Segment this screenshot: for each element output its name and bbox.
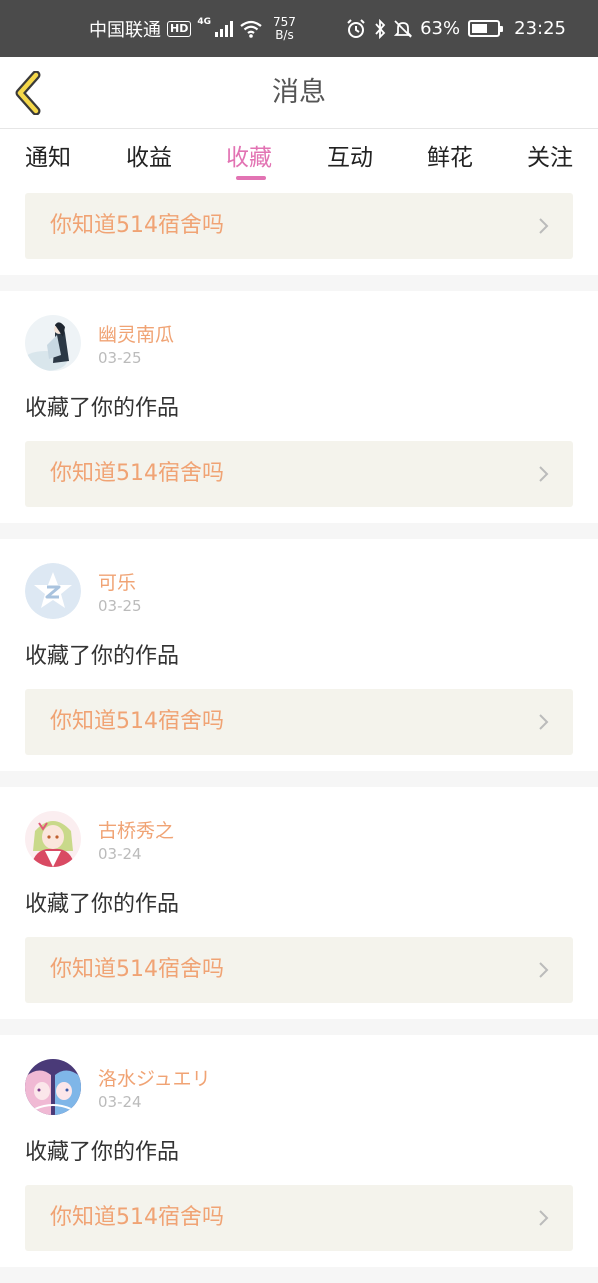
clock-time: 23:25: [514, 18, 566, 39]
carrier-name: 中国联通: [89, 19, 161, 41]
tab-label: 互动: [327, 145, 373, 171]
divider: [0, 771, 598, 787]
message-date: 03-25: [98, 349, 142, 367]
tab-earnings[interactable]: 收益: [119, 138, 179, 178]
tab-label: 收益: [126, 145, 172, 171]
status-left: 中国联通 HD 4G 757 B/s: [89, 0, 296, 57]
tab-label: 关注: [527, 145, 573, 171]
feed-item: 古桥秀之 03-24 收藏了你的作品 你知道514宿舍吗: [0, 787, 598, 1019]
username[interactable]: 可乐: [98, 568, 136, 595]
bluetooth-icon: [375, 18, 386, 39]
action-text: 收藏了你的作品: [25, 892, 180, 917]
chevron-right-icon: [539, 1210, 549, 1226]
tab-favorites[interactable]: 收藏: [219, 138, 279, 180]
avatar[interactable]: [25, 315, 81, 371]
work-title: 你知道514宿舍吗: [50, 213, 224, 238]
network-type: 4G: [197, 16, 211, 27]
work-link[interactable]: 你知道514宿舍吗: [25, 689, 573, 755]
tab-notifications[interactable]: 通知: [18, 138, 78, 178]
tab-label: 通知: [25, 145, 71, 171]
anime-twins-avatar-icon: [25, 1059, 81, 1115]
username[interactable]: 古桥秀之: [98, 816, 174, 843]
chevron-right-icon: [539, 962, 549, 978]
wifi-icon: [240, 20, 262, 38]
nav-header: 消息: [0, 57, 598, 129]
tab-label: 收藏: [226, 145, 272, 171]
divider: [0, 1019, 598, 1035]
battery-percent: 63%: [420, 18, 461, 39]
message-date: 03-25: [98, 597, 142, 615]
action-text: 收藏了你的作品: [25, 396, 180, 421]
network-speed: 757 B/s: [273, 14, 296, 42]
action-text: 收藏了你的作品: [25, 1140, 180, 1165]
speed-unit: B/s: [275, 27, 294, 42]
feed-item: 洛水ジュエリ 03-24 收藏了你的作品 你知道514宿舍吗: [0, 1035, 598, 1267]
active-tab-indicator: [236, 176, 266, 180]
anime-girl-avatar-icon: [25, 811, 81, 867]
work-link[interactable]: 你知道514宿舍吗: [25, 441, 573, 507]
message-date: 03-24: [98, 845, 142, 863]
username[interactable]: 洛水ジュエリ: [98, 1064, 211, 1091]
message-date: 03-24: [98, 1093, 142, 1111]
alarm-icon: [347, 18, 365, 38]
status-bar: 中国联通 HD 4G 757 B/s 63% 23:25: [0, 0, 598, 57]
work-title: 你知道514宿舍吗: [50, 461, 224, 486]
page-title: 消息: [272, 77, 326, 108]
signal-icon: [215, 20, 233, 37]
battery-fill: [472, 24, 488, 33]
feed-item: 幽灵南瓜 03-25 收藏了你的作品 你知道514宿舍吗: [0, 291, 598, 523]
battery-icon: [468, 20, 504, 37]
feed-item: 可乐 03-25 收藏了你的作品 你知道514宿舍吗: [0, 539, 598, 771]
tab-flowers[interactable]: 鲜花: [420, 138, 480, 178]
tab-label: 鲜花: [427, 145, 473, 171]
work-title: 你知道514宿舍吗: [50, 1205, 224, 1230]
work-link[interactable]: 你知道514宿舍吗: [25, 193, 573, 259]
tab-following[interactable]: 关注: [520, 138, 580, 178]
work-title: 你知道514宿舍吗: [50, 957, 224, 982]
divider: [0, 523, 598, 539]
work-link[interactable]: 你知道514宿舍吗: [25, 1185, 573, 1251]
divider: [0, 1267, 598, 1283]
divider: [0, 275, 598, 291]
status-right: 63% 23:25: [346, 0, 566, 57]
chevron-right-icon: [539, 466, 549, 482]
chevron-right-icon: [539, 714, 549, 730]
chevron-right-icon: [539, 218, 549, 234]
avatar[interactable]: [25, 563, 81, 619]
tab-bar: 通知 收益 收藏 互动 鲜花 关注: [0, 130, 598, 182]
mute-bell-icon: [394, 19, 413, 38]
default-star-avatar-icon: [25, 563, 81, 619]
message-feed: 你知道514宿舍吗 幽灵南瓜 03-25 收藏了你的作品 你知道514宿舍吗 可…: [0, 182, 598, 1283]
tab-interactions[interactable]: 互动: [320, 138, 380, 178]
avatar[interactable]: [25, 811, 81, 867]
username[interactable]: 幽灵南瓜: [98, 320, 174, 347]
avatar[interactable]: [25, 1059, 81, 1115]
action-text: 收藏了你的作品: [25, 644, 180, 669]
work-link[interactable]: 你知道514宿舍吗: [25, 937, 573, 1003]
work-title: 你知道514宿舍吗: [50, 709, 224, 734]
speed-value: 757: [273, 14, 296, 29]
hd-badge: HD: [167, 20, 192, 37]
anime-figure-avatar-icon: [25, 315, 81, 371]
feed-item-partial: 你知道514宿舍吗: [0, 182, 598, 275]
